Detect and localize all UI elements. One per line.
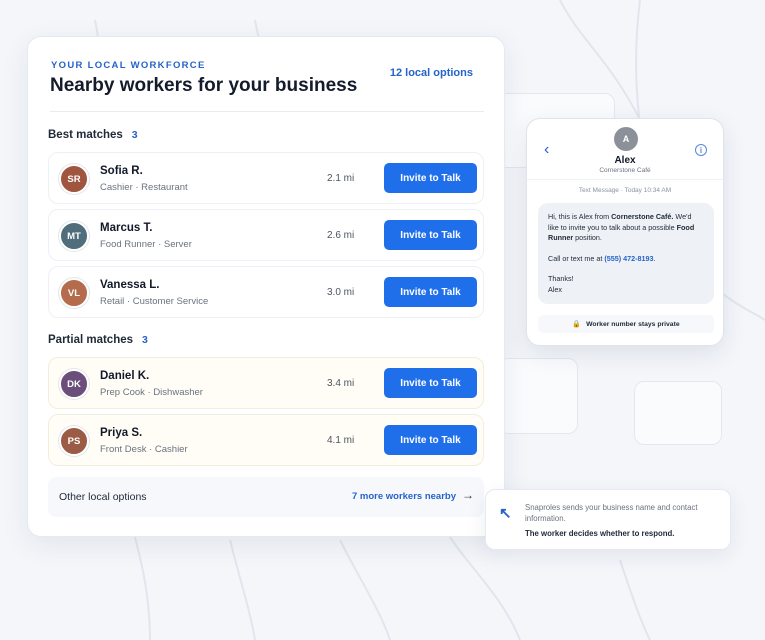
message-text: position. xyxy=(573,233,602,242)
note-emphasis: The worker decides whether to respond. xyxy=(525,529,675,538)
invite-to-talk-button[interactable]: Invite to Talk xyxy=(384,368,477,398)
info-note: ↖ Snaproles sends your business name and… xyxy=(485,489,731,550)
worker-roles: Prep Cook · Dishwasher xyxy=(100,387,203,398)
eyebrow-label: YOUR LOCAL WORKFORCE xyxy=(51,60,206,71)
workers-panel: YOUR LOCAL WORKFORCE Nearby workers for … xyxy=(27,36,505,537)
invite-to-talk-button[interactable]: Invite to Talk xyxy=(384,220,477,250)
message-bubble: Hi, this is Alex from Cornerstone Café. … xyxy=(538,203,714,304)
other-local-options[interactable]: Other local options 7 more workers nearb… xyxy=(48,477,484,517)
message-signature: Alex xyxy=(548,284,562,294)
privacy-notice: 🔒 Worker number stays private xyxy=(538,315,714,333)
section-label: Best matches xyxy=(48,129,123,141)
worker-distance: 4.1 mi xyxy=(327,435,355,446)
message-business: Cornerstone Café. xyxy=(611,212,674,221)
worker-roles: Food Runner · Server xyxy=(100,239,192,250)
worker-name: Sofia R. xyxy=(100,165,143,177)
arrow-right-icon[interactable]: → xyxy=(462,488,474,502)
worker-distance: 3.0 mi xyxy=(327,287,355,298)
message-timestamp: Text Message · Today 10:34 AM xyxy=(578,187,672,194)
worker-distance: 2.1 mi xyxy=(327,173,355,184)
avatar: DK xyxy=(59,369,89,399)
phone-message-preview: ‹ A i Alex Cornerstone Café Text Message… xyxy=(526,118,724,346)
partial-matches-heading: Partial matches 3 xyxy=(48,334,148,346)
worker-name: Priya S. xyxy=(100,427,143,439)
local-options-link[interactable]: 12 local options xyxy=(390,67,473,79)
worker-name: Vanessa L. xyxy=(100,279,160,291)
section-label: Partial matches xyxy=(48,334,134,346)
worker-row: MT Marcus T. Food Runner · Server 2.6 mi… xyxy=(48,209,484,261)
lock-icon: 🔒 xyxy=(572,321,582,328)
contact-business: Cornerstone Café xyxy=(599,167,651,174)
avatar: MT xyxy=(59,221,89,251)
worker-roles: Retail · Customer Service xyxy=(100,296,209,307)
avatar: PS xyxy=(59,426,89,456)
section-count: 3 xyxy=(131,129,138,141)
best-matches-heading: Best matches 3 xyxy=(48,129,138,141)
message-thanks: Thanks! xyxy=(548,274,574,283)
message-paragraph: Call or text me at (555) 472-8193. xyxy=(548,254,704,265)
more-workers-link[interactable]: 7 more workers nearby xyxy=(352,491,456,502)
avatar: VL xyxy=(59,278,89,308)
contact-name: Alex xyxy=(614,155,636,166)
invite-to-talk-button[interactable]: Invite to Talk xyxy=(384,163,477,193)
invite-to-talk-button[interactable]: Invite to Talk xyxy=(384,425,477,455)
worker-distance: 2.6 mi xyxy=(327,230,355,241)
message-paragraph: Hi, this is Alex from Cornerstone Café. … xyxy=(548,212,704,244)
worker-row: DK Daniel K. Prep Cook · Dishwasher 3.4 … xyxy=(48,357,484,409)
section-count: 3 xyxy=(142,334,148,346)
message-text: Hi, this is Alex from xyxy=(548,212,612,221)
background-card xyxy=(498,358,578,434)
arrow-up-left-icon: ↖ xyxy=(499,505,512,522)
privacy-text: Worker number stays private xyxy=(586,320,680,328)
worker-distance: 3.4 mi xyxy=(327,378,355,389)
worker-row: VL Vanessa L. Retail · Customer Service … xyxy=(48,266,484,318)
message-text: Call or text me at xyxy=(548,253,605,263)
worker-roles: Front Desk · Cashier xyxy=(100,444,188,455)
other-options-label: Other local options xyxy=(59,491,147,503)
worker-name: Daniel K. xyxy=(100,370,150,382)
worker-roles: Cashier · Restaurant xyxy=(100,182,188,193)
message-text: . xyxy=(653,253,656,263)
contact-avatar: A xyxy=(614,127,638,151)
worker-row: PS Priya S. Front Desk · Cashier 4.1 mi … xyxy=(48,414,484,466)
background-card xyxy=(634,381,722,445)
page-title: Nearby workers for your business xyxy=(50,75,358,96)
avatar: SR xyxy=(59,164,89,194)
worker-name: Marcus T. xyxy=(100,222,153,234)
divider xyxy=(50,111,484,112)
worker-row: SR Sofia R. Cashier · Restaurant 2.1 mi … xyxy=(48,152,484,204)
divider xyxy=(527,179,723,180)
note-text: Snaproles sends your business name and c… xyxy=(525,503,698,523)
message-phone-number[interactable]: (555) 472-8193 xyxy=(604,254,653,263)
invite-to-talk-button[interactable]: Invite to Talk xyxy=(384,277,477,307)
